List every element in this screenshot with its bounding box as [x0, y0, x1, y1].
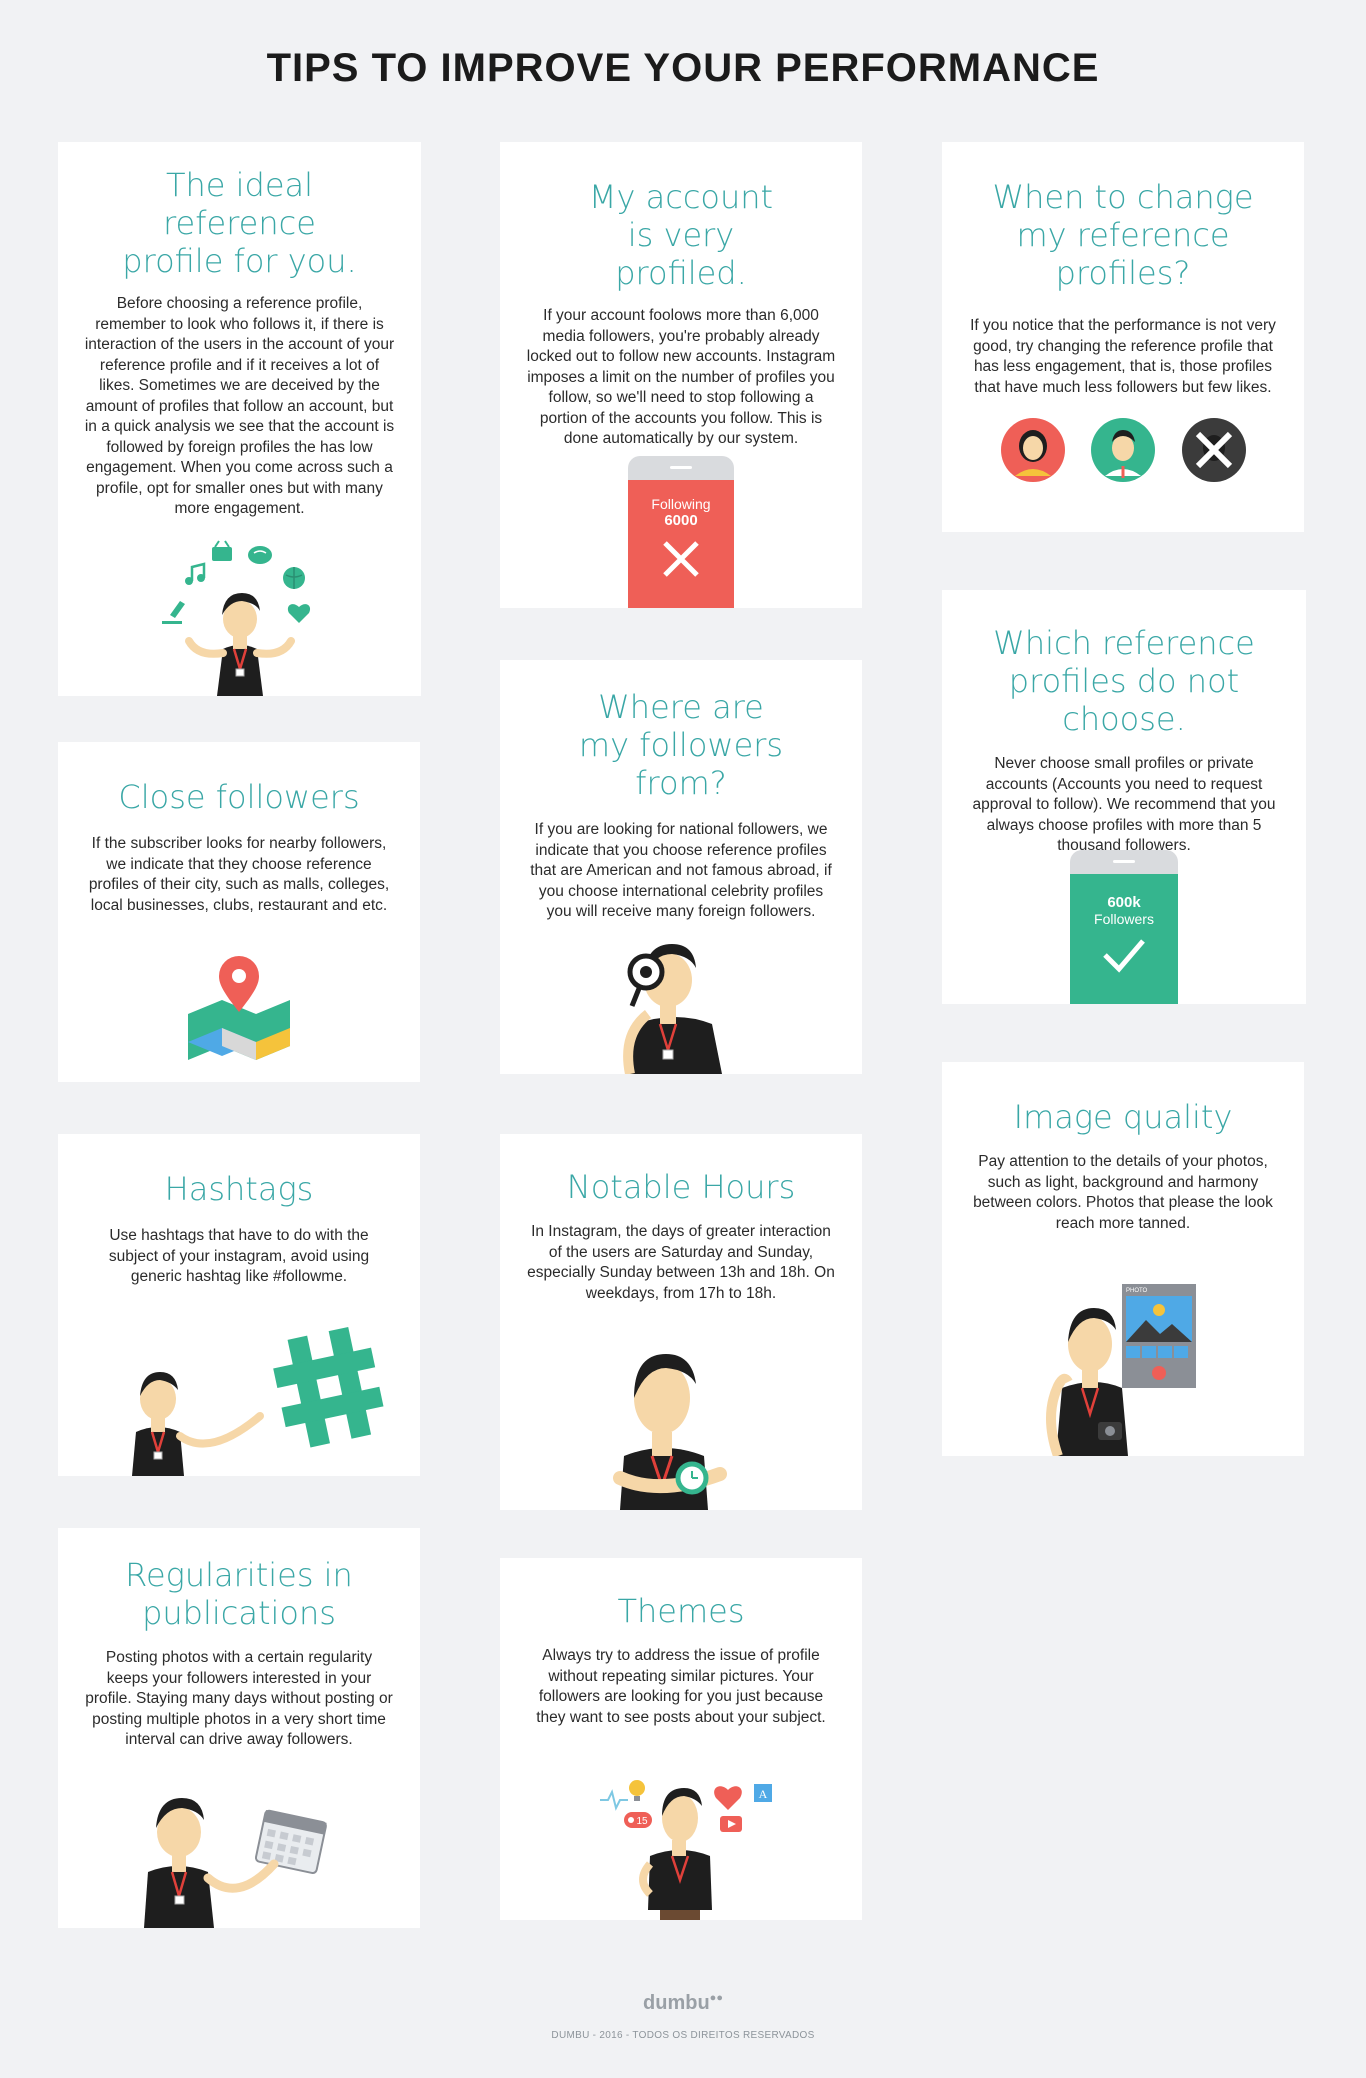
card-body: Use hashtags that have to do with the su…	[108, 1227, 370, 1285]
card-ideal-reference: The ideal reference profile for you. Bef…	[58, 142, 421, 696]
card-title: When to change my reference profiles?	[992, 178, 1254, 292]
person-figure	[639, 1788, 712, 1920]
card-title: Notable Hours	[566, 1168, 796, 1206]
dumbu-logo: dumbu●●	[643, 1992, 723, 2014]
man-avatar-icon	[1091, 418, 1155, 482]
card-title: Where are my followers from?	[578, 688, 784, 802]
card-body: Never choose small profiles or private a…	[972, 755, 1276, 854]
card-title: Image quality	[1013, 1098, 1233, 1136]
person-figure	[144, 1798, 279, 1928]
phone-value: 6000	[664, 512, 698, 529]
themes-person-illustration: 15 A	[600, 1780, 772, 1920]
close-icon	[663, 541, 699, 577]
card-body: Always try to address the issue of profi…	[536, 1647, 826, 1726]
profile-avatars-row	[1001, 418, 1246, 482]
phone-following: Following 6000	[628, 456, 734, 608]
card-account-profiled: My account is very profiled. If your acc…	[500, 142, 862, 608]
card-title: Hashtags	[164, 1170, 314, 1208]
person-figure	[1046, 1308, 1128, 1456]
magnifier-person-illustration	[623, 944, 722, 1074]
svg-text:A: A	[759, 1787, 768, 1801]
watch-icon	[675, 1461, 709, 1495]
phone-value: 600k	[1107, 894, 1141, 911]
badge-count: 15	[636, 1816, 648, 1827]
hashtag-person-illustration	[132, 1326, 384, 1476]
page-title: TIPS TO IMPROVE YOUR PERFORMANCE	[266, 46, 1100, 90]
notification-badge: 15	[624, 1812, 652, 1828]
card-close-followers: Close followers If the subscriber looks …	[58, 742, 420, 1082]
font-icon: A	[754, 1784, 772, 1802]
woman-avatar-icon	[1001, 418, 1065, 482]
globe-icon	[283, 567, 305, 589]
lightbulb-icon	[629, 1780, 645, 1801]
pulse-icon	[600, 1789, 628, 1811]
play-icon	[720, 1816, 742, 1832]
card-body: If the subscriber looks for nearby follo…	[88, 835, 390, 914]
card-themes: Themes Always try to address the issue o…	[500, 1558, 862, 1920]
microscope-icon	[162, 601, 185, 624]
card-image-quality: Image quality Pay attention to the detai…	[942, 1062, 1304, 1456]
card-title: Which reference profiles do not choose.	[993, 624, 1255, 738]
card-notable-hours: Notable Hours In Instagram, the days of …	[500, 1134, 862, 1510]
brain-icon	[248, 546, 272, 564]
heart-icon	[714, 1786, 742, 1810]
juggling-person-illustration	[162, 540, 311, 696]
card-title: Close followers	[118, 778, 360, 816]
basket-icon	[212, 540, 232, 561]
phone-label: Followers	[1094, 911, 1154, 927]
map-pin-illustration	[188, 956, 290, 1060]
card-body: Pay attention to the details of your pho…	[973, 1153, 1273, 1232]
card-body: If your account foolows more than 6,000 …	[526, 307, 836, 447]
calendar-person-illustration	[144, 1798, 327, 1928]
watch-person-illustration	[613, 1354, 727, 1510]
card-body: If you notice that the performance is no…	[970, 317, 1276, 396]
person-figure	[132, 1372, 264, 1476]
blocked-avatar-icon	[1182, 418, 1246, 482]
calendar-icon	[254, 1809, 327, 1875]
phone-followers: 600k Followers	[1070, 850, 1178, 1004]
card-which-not-choose: Which reference profiles do not choose. …	[942, 590, 1306, 1004]
heart-icon	[287, 604, 311, 623]
photo-person-illustration: PHOTO	[1046, 1284, 1196, 1456]
photo-label: PHOTO	[1126, 1288, 1148, 1294]
hashtag-icon	[273, 1326, 384, 1448]
card-title: My account is very profiled.	[588, 178, 774, 292]
card-followers-from: Where are my followers from? If you are …	[500, 660, 862, 1074]
camera-icon	[1098, 1422, 1122, 1440]
card-title: Regularities in publications	[125, 1556, 353, 1632]
phone-label: Following	[651, 496, 711, 512]
photo-editor-icon: PHOTO	[1122, 1284, 1196, 1388]
checkmark-icon	[1103, 939, 1145, 973]
card-hashtags: Hashtags Use hashtags that have to do wi…	[58, 1134, 420, 1476]
card-body: If you are looking for national follower…	[530, 821, 832, 920]
music-note-icon	[185, 562, 206, 585]
card-regularities: Regularities in publications Posting pho…	[58, 1528, 420, 1928]
users-icon: ●●	[709, 1992, 723, 2004]
card-body: Before choosing a reference profile, rem…	[84, 295, 395, 517]
card-body: Posting photos with a certain regularity…	[85, 1649, 393, 1748]
footer-copyright: DUMBU - 2016 - TODOS OS DIREITOS RESERVA…	[551, 2030, 815, 2041]
card-change-reference: When to change my reference profiles? If…	[942, 142, 1304, 532]
card-title: The ideal reference profile for you.	[122, 166, 357, 280]
card-body: In Instagram, the days of greater intera…	[527, 1223, 835, 1302]
card-title: Themes	[617, 1592, 745, 1630]
person-figure	[185, 593, 295, 696]
